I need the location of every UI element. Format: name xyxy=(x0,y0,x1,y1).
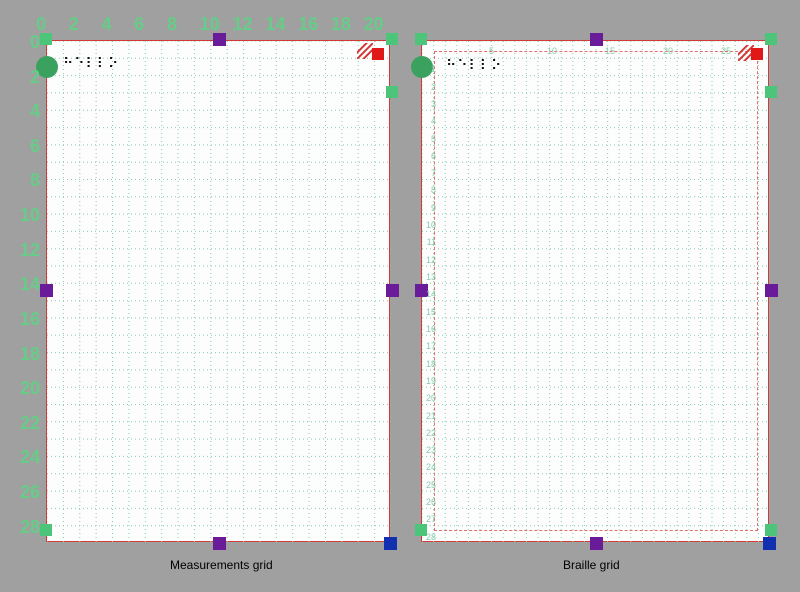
canvas-braille[interactable]: ⠓⠑⠇⠇⠕ xyxy=(421,40,769,542)
ruler-left-label: 3 xyxy=(424,99,436,109)
ruler-top-label: 6 xyxy=(134,14,144,38)
ruler-top-label: 2 xyxy=(69,14,79,38)
ruler-left-label: 28 xyxy=(16,517,40,538)
handle-top-right[interactable] xyxy=(386,33,398,45)
ruler-left-label: 6 xyxy=(16,136,40,157)
ruler-left-label: 22 xyxy=(424,428,436,438)
ruler-left-label: 4 xyxy=(424,116,436,126)
ruler-top-label: 18 xyxy=(331,14,351,38)
ruler-left-label: 2 xyxy=(424,82,436,92)
ruler-top-label: 8 xyxy=(167,14,177,38)
ruler-left-label: 15 xyxy=(424,307,436,317)
handle-left-mid[interactable] xyxy=(40,284,53,297)
ruler-left-label: 4 xyxy=(16,101,40,122)
ruler-top-label: 10 xyxy=(200,14,220,38)
ruler-left-label: 23 xyxy=(424,445,436,455)
ruler-top-label: 14 xyxy=(265,14,285,38)
ruler-top-label: 5 xyxy=(489,46,494,70)
ruler-top-label: 12 xyxy=(233,14,253,38)
handle-right-upper[interactable] xyxy=(765,86,777,98)
handle-top-mid[interactable] xyxy=(590,33,603,46)
ruler-left-label: 26 xyxy=(16,482,40,503)
ruler-left-label: 25 xyxy=(424,480,436,490)
caption-braille: Braille grid xyxy=(563,558,620,572)
ruler-left-label: 7 xyxy=(424,168,436,178)
braille-sample-text: ⠓⠑⠇⠇⠕ xyxy=(63,55,119,72)
handle-bottom-right[interactable] xyxy=(763,537,776,550)
ruler-left-label: 6 xyxy=(424,151,436,161)
ruler-left-label: 11 xyxy=(424,237,436,247)
ruler-left-label: 24 xyxy=(16,447,40,468)
handle-right-upper[interactable] xyxy=(386,86,398,98)
ruler-left-label: 0 xyxy=(16,32,40,53)
ruler-left-label: 17 xyxy=(424,341,436,351)
handle-corner-red[interactable] xyxy=(751,48,763,60)
panel-measurements: ⠓⠑⠇⠇⠕ xyxy=(46,40,390,542)
ruler-top-label: 10 xyxy=(547,46,557,70)
handle-right-mid[interactable] xyxy=(386,284,399,297)
ruler-left-label: 21 xyxy=(424,411,436,421)
ruler-left-label: 20 xyxy=(424,393,436,403)
ruler-left-label: 8 xyxy=(424,185,436,195)
ruler-left-label: 14 xyxy=(16,274,40,295)
handle-bottom-right-green[interactable] xyxy=(765,524,777,536)
ruler-top-label: 25 xyxy=(721,46,731,70)
handle-corner-red[interactable] xyxy=(372,48,384,60)
ruler-left-label: 9 xyxy=(424,203,436,213)
corner-diagonal-icon xyxy=(357,43,373,59)
ruler-top-label: 16 xyxy=(298,14,318,38)
ruler-left-label: 16 xyxy=(16,309,40,330)
handle-top-right[interactable] xyxy=(765,33,777,45)
panel-braille: ⠓⠑⠇⠇⠕ xyxy=(421,40,769,542)
grid-measurements xyxy=(47,41,391,543)
ruler-left-label: 16 xyxy=(424,324,436,334)
ruler-left-label: 2 xyxy=(16,67,40,88)
print-margin xyxy=(434,51,758,531)
ruler-left-label: 8 xyxy=(16,170,40,191)
ruler-left-label: 12 xyxy=(424,255,436,265)
ruler-left-label: 26 xyxy=(424,497,436,507)
ruler-left-label: 18 xyxy=(16,344,40,365)
caption-measurements: Measurements grid xyxy=(170,558,273,572)
ruler-left-label: 28 xyxy=(424,532,436,542)
ruler-left-label: 14 xyxy=(424,289,436,299)
ruler-left-label: 5 xyxy=(424,134,436,144)
ruler-left-label: 24 xyxy=(424,462,436,472)
ruler-top-label: 20 xyxy=(663,46,673,70)
ruler-top-label: 20 xyxy=(364,14,384,38)
handle-top-left[interactable] xyxy=(415,33,427,45)
canvas-measurements[interactable]: ⠓⠑⠇⠇⠕ xyxy=(46,40,390,542)
ruler-left-label: 20 xyxy=(16,378,40,399)
handle-bottom-right[interactable] xyxy=(384,537,397,550)
ruler-left-label: 10 xyxy=(16,205,40,226)
handle-bottom-mid[interactable] xyxy=(590,537,603,550)
handle-right-mid[interactable] xyxy=(765,284,778,297)
ruler-left-label: 1 xyxy=(424,64,436,74)
ruler-left-label: 27 xyxy=(424,514,436,524)
ruler-left-label: 18 xyxy=(424,359,436,369)
ruler-top-label: 15 xyxy=(605,46,615,70)
ruler-left-label: 19 xyxy=(424,376,436,386)
ruler-left-label: 12 xyxy=(16,240,40,261)
ruler-left-label: 10 xyxy=(424,220,436,230)
handle-bottom-mid[interactable] xyxy=(213,537,226,550)
ruler-left-label: 13 xyxy=(424,272,436,282)
ruler-left-label: 22 xyxy=(16,413,40,434)
handle-bottom-left[interactable] xyxy=(40,524,52,536)
ruler-top-label: 4 xyxy=(102,14,112,38)
